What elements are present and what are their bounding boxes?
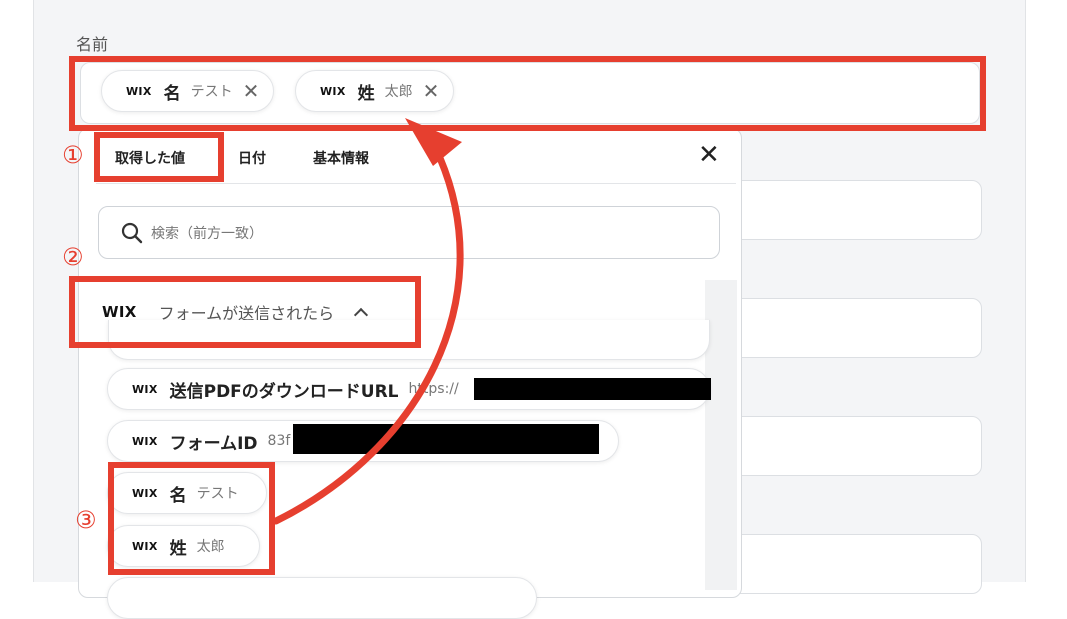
list-item-partial[interactable] (107, 577, 537, 619)
arrow-annotation (272, 118, 464, 525)
